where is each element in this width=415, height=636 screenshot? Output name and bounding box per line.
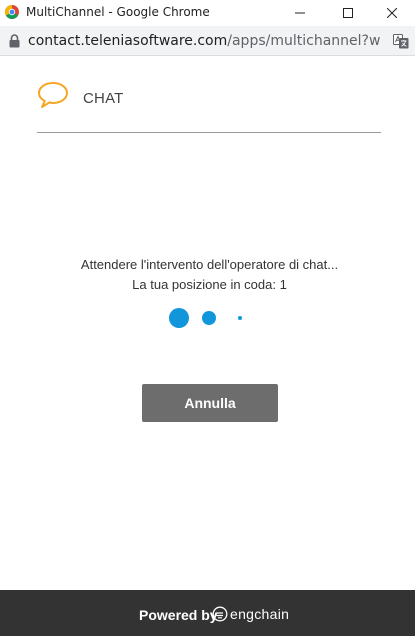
lock-icon[interactable] [9,34,20,48]
address-bar[interactable]: contact.teleniasoftware.com/apps/multich… [0,26,415,56]
loading-dot [238,316,242,320]
chat-title: CHAT [83,90,124,107]
queue-position-message: La tua posizione in coda: 1 [132,277,287,292]
url-path: /apps/multichannel?widge... [227,33,380,49]
chrome-logo-icon [5,5,19,19]
browser-title-bar: MultiChannel - Google Chrome [0,0,415,26]
brand-name: engchain [230,606,290,622]
chat-header: CHAT [0,57,415,137]
translate-icon[interactable] [393,34,409,49]
url-host: contact.teleniasoftware.com [28,33,228,49]
engchain-logo-icon [212,606,228,622]
footer: Powered by engchain [0,590,415,636]
minimize-icon [295,12,305,14]
header-divider [37,132,381,133]
waiting-message: Attendere l'intervento dell'operatore di… [80,257,339,272]
cancel-button[interactable]: Annulla [142,384,278,422]
maximize-button[interactable] [325,0,371,26]
minimize-button[interactable] [277,0,323,26]
url-text[interactable]: contact.teleniasoftware.com/apps/multich… [28,33,380,49]
powered-by-label: Powered by [139,607,218,623]
loading-dot [202,311,216,325]
close-window-button[interactable] [369,0,415,26]
chat-bubble-icon [38,82,68,108]
close-icon [387,8,397,18]
loading-dot [169,308,189,328]
window-title: MultiChannel - Google Chrome [26,5,210,19]
maximize-icon [343,8,353,18]
